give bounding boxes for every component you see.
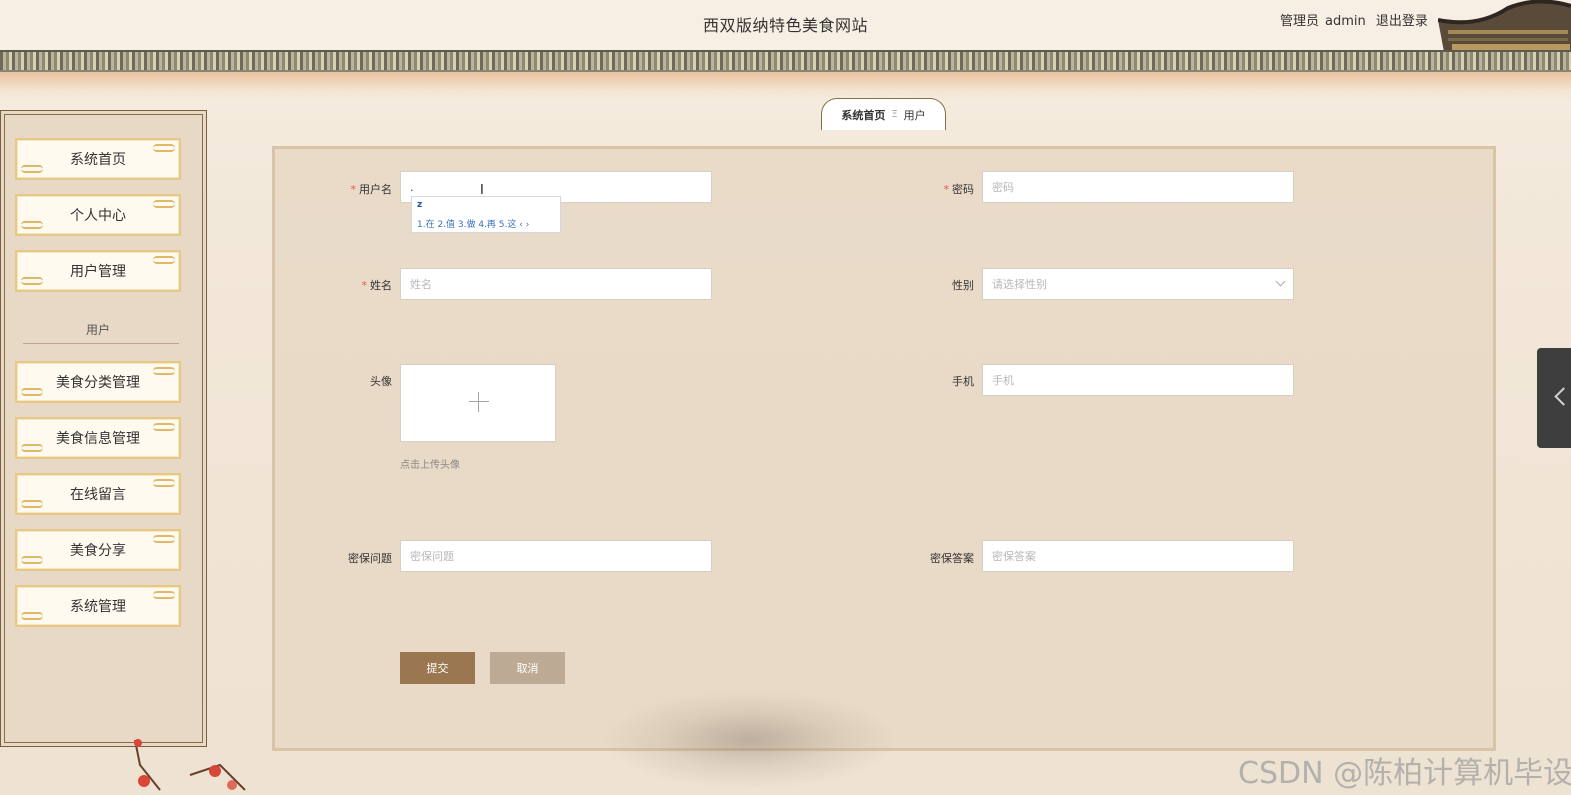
gender-placeholder: 请选择性别 [992,278,1047,291]
sidebar-item-food-info[interactable]: 美食信息管理 [15,417,181,459]
password-label: * 密码 [943,183,975,196]
username-value: . [410,180,414,194]
sidebar-item-label: 用户管理 [70,264,126,280]
roof-tile-band [0,50,1571,72]
sidebar-item-system[interactable]: 系统管理 [15,585,181,627]
user-info: 管理员 admin 退出登录 [1280,10,1434,29]
chevron-down-icon [1275,276,1286,287]
ime-code: z [417,200,423,210]
security-question-label: 密保问题 [348,552,392,565]
sidebar: 系统首页 个人中心 用户管理 用户 美食分类管理 美食信息管理 在线留言 美食分… [0,110,207,747]
name-label: * 姓名 [361,279,393,292]
security-question-input[interactable]: 密保问题 [400,540,712,572]
breadcrumb: 系统首页 Ξ 用户 [821,98,946,130]
name-input[interactable]: 姓名 [400,268,712,300]
sidebar-item-label: 系统首页 [70,152,126,168]
sidebar-item-food-category[interactable]: 美食分类管理 [15,361,181,403]
username-label: admin [1325,14,1366,29]
phone-label: 手机 [952,375,974,388]
gender-label: 性别 [952,279,974,292]
gender-select[interactable]: 请选择性别 [982,268,1294,300]
sidebar-divider [23,343,179,344]
collapse-side-tab[interactable] [1537,348,1571,448]
pavilion-roof-decoration [1438,0,1571,52]
top-header: 西双版纳特色美食网站 管理员 admin 退出登录 [0,0,1571,52]
security-answer-placeholder: 密保答案 [992,550,1036,563]
ime-candidate-popup[interactable]: z 1.在 2.值 3.做 4.再 5.这 ‹ › [411,196,561,233]
plum-blossom-decoration [134,739,246,791]
ink-ripple-decoration [600,690,900,790]
logout-link[interactable]: 退出登录 [1376,14,1428,29]
sidebar-item-label: 在线留言 [70,487,126,503]
sidebar-item-user-management[interactable]: 用户管理 [15,250,181,292]
password-input[interactable]: 密码 [982,171,1294,203]
sidebar-item-personal-center[interactable]: 个人中心 [15,194,181,236]
name-placeholder: 姓名 [410,278,432,291]
avatar-label: 头像 [370,375,392,388]
security-question-placeholder: 密保问题 [410,550,454,563]
submit-button[interactable]: 提交 [400,652,475,684]
watermark: CSDN @陈柏计算机毕设 [1238,756,1571,791]
breadcrumb-current: 用户 [903,108,926,122]
phone-placeholder: 手机 [992,374,1014,387]
sidebar-item-label: 系统管理 [70,599,126,615]
security-answer-label: 密保答案 [930,552,974,565]
breadcrumb-home[interactable]: 系统首页 [841,107,885,123]
avatar-upload-tip: 点击上传头像 [400,460,460,471]
plus-icon [469,401,489,402]
sidebar-item-label: 美食分享 [70,543,126,559]
sidebar-item-food-share[interactable]: 美食分享 [15,529,181,571]
phone-input[interactable]: 手机 [982,364,1294,396]
role-label: 管理员 [1280,14,1320,29]
avatar-upload[interactable] [400,364,556,442]
username-label: * 用户名 [350,183,393,196]
security-answer-input[interactable]: 密保答案 [982,540,1294,572]
breadcrumb-separator-icon: Ξ [891,109,898,120]
sidebar-item-label: 美食分类管理 [56,375,140,391]
chevron-left-icon [1554,387,1571,406]
sidebar-item-messages[interactable]: 在线留言 [15,473,181,515]
sidebar-item-label: 个人中心 [70,208,126,224]
cancel-button[interactable]: 取消 [490,652,565,684]
sidebar-item-label: 美食信息管理 [56,431,140,447]
sidebar-item-home[interactable]: 系统首页 [15,138,181,180]
ime-candidates[interactable]: 1.在 2.值 3.做 4.再 5.这 ‹ › [417,217,529,230]
ink-wash-band [0,72,1571,100]
password-placeholder: 密码 [992,181,1014,194]
sidebar-group-label[interactable]: 用户 [15,321,181,338]
ime-pager-icon: ‹ › [519,220,530,230]
